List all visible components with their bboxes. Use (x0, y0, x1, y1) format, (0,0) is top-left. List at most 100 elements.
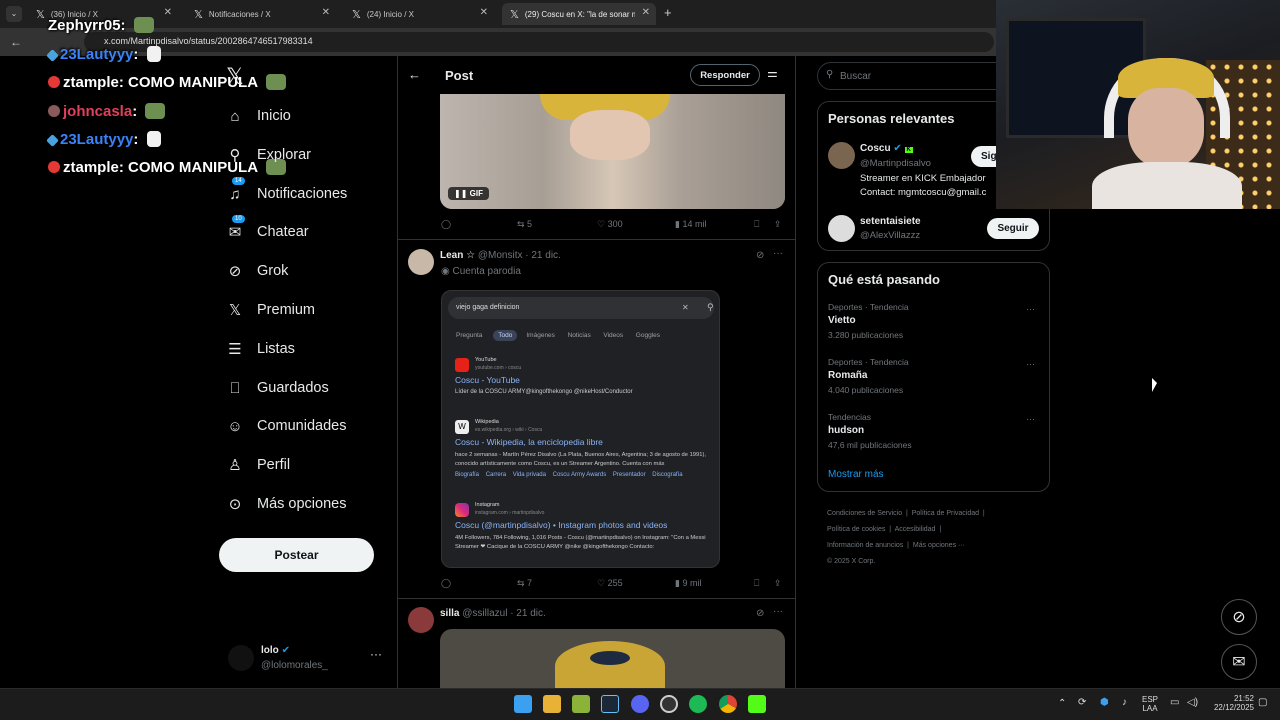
footer-link[interactable]: Política de cookies (827, 526, 885, 533)
avatar[interactable] (408, 607, 434, 633)
gif-media[interactable]: ❚❚ GIF (440, 94, 785, 209)
trend-item[interactable]: Deportes · Tendencia Vietto 3.280 public… (818, 299, 1049, 349)
obs-icon[interactable] (660, 695, 678, 713)
account-switcher[interactable]: lolo ✔ @lolomorales_ ··· (226, 642, 386, 674)
avatar[interactable] (408, 249, 434, 275)
new-tab-button[interactable]: + (664, 5, 672, 20)
chrome-icon[interactable] (719, 695, 737, 713)
post-media[interactable] (440, 629, 785, 688)
nav-item-inicio[interactable]: ⌂ Inicio (226, 101, 290, 131)
trend-item[interactable]: Deportes · Tendencia Romaña 4.040 public… (818, 354, 1049, 404)
close-icon[interactable]: ✕ (164, 7, 172, 18)
nav-item-chatear[interactable]: ✉ 10 Chatear (226, 215, 309, 247)
search-input[interactable]: ⚲ Buscar (817, 62, 1017, 90)
avatar[interactable] (828, 215, 855, 242)
more-dots-icon[interactable]: ··· (1026, 414, 1035, 424)
windows-start-icon[interactable] (514, 695, 532, 713)
more-dots-icon[interactable]: ··· (1026, 359, 1035, 369)
views-action[interactable]: ▮ 9 mil (675, 578, 701, 589)
file-explorer-icon[interactable] (543, 695, 561, 713)
trend-item[interactable]: Tendencias hudson 47,6 mil publicaciones… (818, 409, 1049, 459)
follow-button[interactable]: Seguir (987, 218, 1039, 239)
list-icon: ☰ (228, 341, 242, 358)
spotify-icon[interactable] (689, 695, 707, 713)
nav-item-notificaciones[interactable]: ♫ 14 Notificaciones (226, 177, 347, 209)
tray-icon[interactable]: ⬢ (1100, 697, 1109, 708)
more-dots-icon[interactable]: ··· (1026, 304, 1035, 314)
nav-item-grok[interactable]: ⊘ Grok (226, 256, 289, 286)
person-handle[interactable]: @Martinpdisalvo (860, 158, 931, 169)
retweet-action[interactable]: ⇆ 7 (517, 578, 532, 589)
post-date[interactable]: · 21 dic. (510, 608, 546, 619)
like-action[interactable]: ♡ 300 (597, 219, 623, 230)
author-handle[interactable]: @ssillazul (462, 608, 507, 619)
chevron-up-icon[interactable]: ⌃ (1058, 698, 1066, 709)
grok-floating-button[interactable]: ⊘ (1221, 599, 1257, 635)
grok-icon[interactable]: ⊘ (756, 250, 764, 261)
close-icon[interactable]: ✕ (480, 7, 488, 18)
nav-item-mas-opciones[interactable]: ⊙ Más opciones (226, 489, 347, 519)
network-icon[interactable]: ▭ (1170, 697, 1179, 708)
volume-icon[interactable]: ◁) (1187, 697, 1198, 708)
tray-icon[interactable]: ⟳ (1078, 697, 1086, 708)
avatar[interactable] (828, 142, 855, 169)
show-more-link[interactable]: Mostrar más (828, 469, 884, 480)
footer-link[interactable]: Política de Privacidad (912, 510, 979, 517)
settings-sliders-icon[interactable]: ⚌ (767, 66, 778, 80)
share-icon[interactable]: ⇪ (774, 219, 782, 230)
author-name[interactable]: Lean (440, 250, 463, 261)
back-arrow-icon[interactable]: ← (408, 67, 421, 82)
steam-icon[interactable] (601, 695, 619, 713)
bookmark-icon[interactable]: ⎕ (754, 219, 759, 230)
notification-center-icon[interactable]: ▢ (1258, 697, 1267, 708)
author-handle[interactable]: @Monsitx (478, 250, 523, 261)
nav-item-comunidades[interactable]: ☺ Comunidades (226, 411, 346, 441)
footer-link[interactable]: Condiciones de Servicio (827, 510, 902, 517)
reply-action[interactable]: ◯ (441, 578, 451, 589)
more-dots-icon[interactable]: ··· (773, 606, 783, 617)
discord-icon[interactable] (631, 695, 649, 713)
communities-icon: ☺ (227, 417, 243, 435)
nav-item-guardados[interactable]: ⎕ Guardados (226, 373, 328, 403)
views-action[interactable]: ▮ 14 mil (675, 219, 706, 230)
app-icon[interactable] (572, 695, 590, 713)
nav-item-premium[interactable]: 𝕏 Premium (226, 295, 315, 325)
person-name[interactable]: Coscu ✔ K (860, 143, 913, 154)
person-handle[interactable]: @AlexVillazzz (860, 230, 920, 241)
grok-icon[interactable]: ⊘ (756, 608, 764, 619)
more-dots-icon[interactable]: ··· (370, 647, 382, 661)
kick-icon[interactable] (748, 695, 766, 713)
footer-link[interactable]: Información de anuncios (827, 542, 903, 549)
share-icon[interactable]: ⇪ (774, 578, 782, 589)
messages-floating-button[interactable]: ✉ (1221, 644, 1257, 680)
browser-tab-2[interactable]: 𝕏 Notificaciones / X ✕ (186, 3, 336, 25)
language-indicator[interactable]: ESP LAA (1142, 695, 1158, 713)
browser-tab-4[interactable]: 𝕏 (29) Coscu en X: "la de sonar m ✕ (502, 3, 656, 25)
reply-button[interactable]: Responder (690, 64, 760, 86)
browser-tab-3[interactable]: 𝕏 (24) Inicio / X ✕ (344, 3, 494, 25)
post-button[interactable]: Postear (219, 538, 374, 572)
microphone-icon[interactable]: ♪ (1122, 697, 1127, 708)
clock[interactable]: 21:52 22/12/2025 (1208, 694, 1254, 712)
more-dots-icon[interactable]: ··· (773, 248, 783, 259)
footer-link[interactable]: Más opciones ··· (913, 542, 965, 549)
author-name[interactable]: silla (440, 608, 459, 619)
post-date[interactable]: · 21 dic. (525, 250, 561, 261)
footer-link[interactable]: Accesibilidad (895, 526, 936, 533)
like-action[interactable]: ♡ 255 (597, 578, 623, 589)
close-icon[interactable]: ✕ (642, 7, 650, 18)
search-screenshot-image[interactable]: viejo gaga definicion ✕ ⚲ Pregunta Todo … (441, 290, 720, 568)
reply-action[interactable]: ◯ (441, 219, 451, 230)
person-name[interactable]: setentaisiete (860, 216, 921, 227)
chat-line: johncasla: (48, 103, 166, 120)
nav-item-perfil[interactable]: ♙ Perfil (226, 450, 290, 480)
back-arrow-icon[interactable]: ← (10, 35, 22, 49)
nav-item-explorar[interactable]: ⚲ Explorar (226, 140, 312, 170)
retweet-action[interactable]: ⇆ 5 (517, 219, 532, 230)
bookmark-icon[interactable]: ⎕ (754, 578, 759, 589)
close-icon[interactable]: ✕ (322, 7, 330, 18)
x-logo-icon[interactable]: 𝕏 (226, 64, 244, 90)
tab-search-icon[interactable]: ⌄ (6, 6, 22, 22)
gif-badge[interactable]: ❚❚ GIF (448, 187, 489, 200)
nav-item-listas[interactable]: ☰ Listas (226, 334, 295, 364)
